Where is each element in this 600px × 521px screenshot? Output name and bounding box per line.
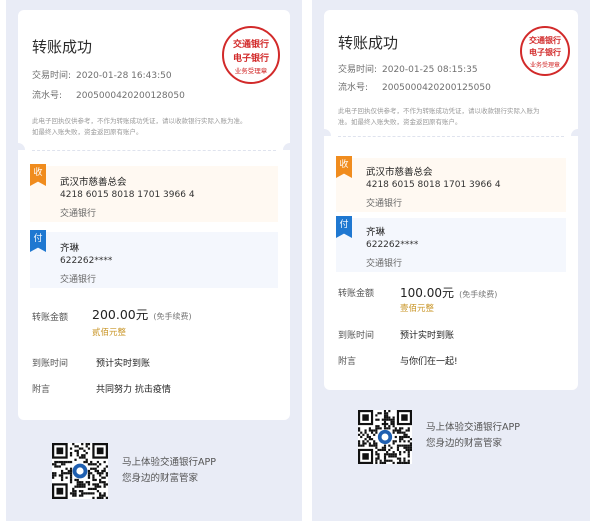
payee-bank: 交通银行 bbox=[60, 209, 97, 219]
payer-name: 齐琳 bbox=[60, 243, 80, 254]
fee-note: (免手续费) bbox=[459, 290, 498, 299]
receipt-screen-2: 转账成功 交易时间: 2020-01-25 08:15:35 流水号: 200500… bbox=[312, 0, 590, 521]
receipt-screen-1: 转账成功 交易时间: 2020-01-28 16:43:50 流水号: 200500… bbox=[6, 0, 302, 521]
bank-seal-stamp: 交通银行 电子银行 业务受理章 bbox=[520, 26, 570, 76]
note-label: 附言 bbox=[338, 357, 357, 367]
arrival-label: 到账时间 bbox=[32, 359, 69, 369]
seal-middle-text: 电子银行 bbox=[232, 54, 269, 64]
payer-bank: 交通银行 bbox=[60, 275, 97, 285]
dashed-divider bbox=[338, 136, 564, 137]
amount-label: 转账金额 bbox=[32, 313, 69, 323]
payee-name: 武汉市慈善总会 bbox=[60, 177, 127, 188]
dashed-divider bbox=[32, 150, 276, 151]
amount-in-chinese: 壹佰元整 bbox=[400, 304, 435, 314]
amount: 100.00元 (免手续费) bbox=[400, 282, 497, 301]
payee-name: 武汉市慈善总会 bbox=[366, 167, 433, 178]
app-qr-code[interactable] bbox=[358, 410, 412, 464]
transaction-time-label: 交易时间: bbox=[338, 65, 378, 75]
transaction-time-value: 2020-01-28 16:43:50 bbox=[76, 71, 172, 81]
payee-account: 4218 6015 8018 1701 3966 4 bbox=[366, 180, 501, 190]
arrival-value: 预计实时到账 bbox=[400, 331, 455, 341]
serial-number: 流水号: 2005000420200128050 bbox=[32, 88, 185, 101]
amount-value: 100.00元 bbox=[400, 286, 454, 300]
transaction-time-label: 交易时间: bbox=[32, 71, 72, 81]
payer-block: 付 齐琳 622262**** 交通银行 bbox=[30, 230, 278, 288]
payer-block: 付 齐琳 622262**** 交通银行 bbox=[336, 216, 566, 272]
payee-tag: 收 bbox=[30, 164, 46, 186]
app-qr-code[interactable] bbox=[52, 443, 108, 499]
disclaimer-text: 此电子回执仅供参考，不作为转账成功凭证，请以收款银行实际入账为准。如最终入账失败… bbox=[32, 117, 247, 136]
seal-bottom-text: 业务受理章 bbox=[529, 62, 560, 69]
receipt-body-card: 收 武汉市慈善总会 4218 6015 8018 1701 3966 4 交通银… bbox=[18, 150, 290, 420]
payee-account: 4218 6015 8018 1701 3966 4 bbox=[60, 190, 195, 200]
amount-label: 转账金额 bbox=[338, 289, 375, 299]
receipt-header-card: 转账成功 交易时间: 2020-01-28 16:43:50 流水号: 200500… bbox=[18, 10, 290, 150]
serial-number-label: 流水号: bbox=[338, 83, 369, 93]
app-promo: 马上体验交通银行APP 您身边的财富管家 bbox=[426, 420, 520, 452]
note-label: 附言 bbox=[32, 385, 51, 395]
amount-in-chinese: 贰佰元整 bbox=[92, 328, 127, 338]
note-value: 与你们在一起! bbox=[400, 357, 458, 367]
seal-top-text: 交通银行 bbox=[232, 40, 269, 50]
receipt-title: 转账成功 bbox=[32, 38, 93, 56]
payer-account: 622262**** bbox=[366, 240, 419, 250]
receipt-title: 转账成功 bbox=[338, 34, 399, 52]
seal-bottom-text: 业务受理章 bbox=[234, 67, 268, 75]
serial-number-value: 2005000420200125050 bbox=[382, 83, 491, 93]
promo-line-2: 您身边的财富管家 bbox=[426, 438, 503, 449]
arrival-value: 预计实时到账 bbox=[96, 359, 151, 369]
arrival-label: 到账时间 bbox=[338, 331, 375, 341]
payee-bank: 交通银行 bbox=[366, 199, 403, 209]
promo-line-1: 马上体验交通银行APP bbox=[426, 422, 520, 433]
screenshot-stage: 转账成功 交易时间: 2020-01-28 16:43:50 流水号: 200500… bbox=[0, 0, 600, 521]
receipt-header-card: 转账成功 交易时间: 2020-01-25 08:15:35 流水号: 200500… bbox=[324, 10, 578, 136]
payee-tag: 收 bbox=[336, 156, 352, 178]
fee-note: (免手续费) bbox=[153, 312, 192, 321]
payer-tag: 付 bbox=[336, 216, 352, 238]
amount-value: 200.00元 bbox=[92, 307, 149, 322]
disclaimer-text: 此电子回执仅供参考，不作为转账成功凭证，请以收款银行实际入账为准。如最终入账失败… bbox=[338, 107, 540, 126]
bank-seal-stamp: 交通银行 电子银行 业务受理章 bbox=[222, 26, 280, 84]
app-promo: 马上体验交通银行APP 您身边的财富管家 bbox=[122, 455, 216, 487]
payer-name: 齐琳 bbox=[366, 227, 386, 238]
payee-block: 收 武汉市慈善总会 4218 6015 8018 1701 3966 4 交通银… bbox=[30, 164, 278, 222]
payee-block: 收 武汉市慈善总会 4218 6015 8018 1701 3966 4 交通银… bbox=[336, 156, 566, 212]
payer-account: 622262**** bbox=[60, 256, 113, 266]
serial-number-label: 流水号: bbox=[32, 91, 63, 101]
transaction-time-value: 2020-01-25 08:15:35 bbox=[382, 65, 478, 75]
seal-top-text: 交通银行 bbox=[529, 35, 561, 45]
amount: 200.00元 (免手续费) bbox=[92, 304, 192, 323]
payer-tag: 付 bbox=[30, 230, 46, 252]
transaction-time: 交易时间: 2020-01-28 16:43:50 bbox=[32, 68, 172, 81]
serial-number-value: 2005000420200128050 bbox=[76, 91, 185, 101]
promo-line-1: 马上体验交通银行APP bbox=[122, 457, 216, 468]
promo-line-2: 您身边的财富管家 bbox=[122, 473, 199, 484]
serial-number: 流水号: 2005000420200125050 bbox=[338, 80, 491, 93]
note-value: 共同努力 抗击疫情 bbox=[96, 385, 171, 395]
payer-bank: 交通银行 bbox=[366, 259, 403, 269]
transaction-time: 交易时间: 2020-01-25 08:15:35 bbox=[338, 62, 478, 75]
seal-middle-text: 电子银行 bbox=[529, 47, 561, 57]
receipt-body-card: 收 武汉市慈善总会 4218 6015 8018 1701 3966 4 交通银… bbox=[324, 136, 578, 390]
